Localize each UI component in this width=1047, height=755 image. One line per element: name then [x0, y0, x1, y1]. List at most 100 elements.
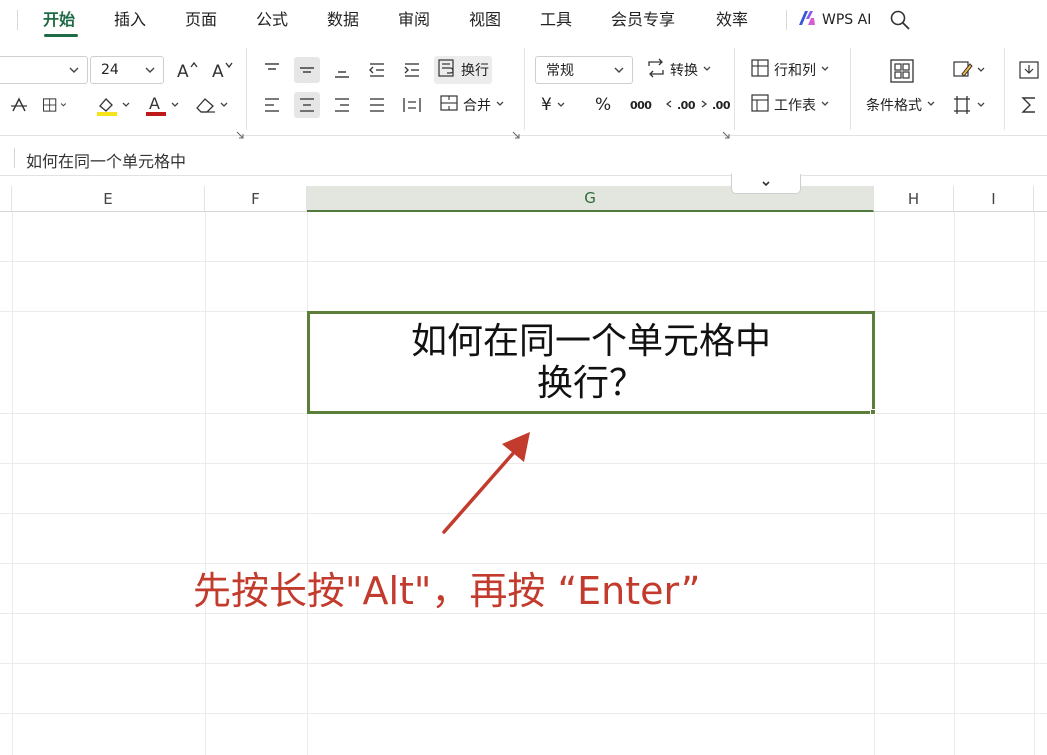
convert-label: 转换 — [670, 63, 698, 79]
column-gridline — [205, 212, 206, 755]
ribbon-separator — [850, 48, 851, 130]
active-cell-g[interactable]: 如何在同一个单元格中 换行？ — [307, 311, 875, 414]
align-bottom-icon[interactable] — [329, 57, 355, 83]
column-header-e[interactable]: E — [12, 186, 205, 212]
increase-indent-icon[interactable] — [399, 57, 425, 83]
row-gridline — [0, 713, 1047, 714]
chevron-down-icon — [820, 97, 830, 113]
strikethrough-icon[interactable] — [6, 92, 32, 118]
sum-icon[interactable] — [1016, 92, 1042, 118]
column-header-partial[interactable] — [1034, 186, 1047, 212]
number-format-value: 常规 — [546, 63, 574, 79]
align-center-icon[interactable] — [294, 92, 320, 118]
font-name-select[interactable] — [0, 56, 88, 84]
rows-columns-icon — [750, 58, 770, 82]
distributed-align-icon[interactable] — [399, 92, 425, 118]
column-header-h[interactable]: H — [874, 186, 954, 212]
convert-icon — [646, 58, 666, 82]
fill-color-icon[interactable] — [94, 92, 134, 118]
align-middle-icon[interactable] — [294, 57, 320, 83]
decrease-font-icon[interactable]: A — [209, 57, 235, 83]
svg-text:A: A — [177, 62, 189, 80]
tab-insert[interactable]: 插入 — [114, 10, 146, 30]
menu-bar: 开始 插入 页面 公式 数据 审阅 视图 工具 会员专享 效率 WPS AI — [0, 0, 1047, 42]
chevron-down-icon — [760, 174, 772, 193]
ribbon-separator — [1004, 48, 1005, 130]
search-icon[interactable] — [889, 9, 911, 31]
currency-symbol: ¥ — [541, 95, 552, 115]
increase-decimal-button[interactable]: .00 — [662, 91, 698, 119]
formula-separator — [14, 148, 15, 168]
svg-text:A: A — [212, 62, 224, 80]
convert-button[interactable]: 转换 — [643, 56, 715, 84]
wps-ai-icon — [797, 10, 817, 30]
justify-icon[interactable] — [364, 92, 390, 118]
decrease-decimal-label: .00 — [712, 98, 731, 112]
decrease-indent-icon[interactable] — [364, 57, 390, 83]
rows-columns-button[interactable]: 行和列 — [747, 56, 833, 84]
increase-font-icon[interactable]: A — [174, 57, 200, 83]
currency-format-button[interactable]: ¥ — [538, 91, 569, 119]
chevron-down-icon — [820, 62, 830, 78]
cell-style-icon[interactable] — [952, 57, 988, 83]
conditional-format-icon — [887, 56, 917, 86]
font-size-value: 24 — [101, 62, 119, 78]
number-format-select[interactable]: 常规 — [535, 56, 633, 84]
increase-decimal-label: .00 — [677, 98, 696, 112]
column-gridline — [874, 212, 875, 755]
tab-data[interactable]: 数据 — [327, 10, 359, 30]
font-color-icon[interactable]: A — [143, 92, 183, 118]
tab-review[interactable]: 审阅 — [398, 10, 430, 30]
decrease-decimal-button[interactable]: .00 — [697, 91, 733, 119]
chevron-down-icon — [144, 64, 156, 76]
eraser-icon[interactable] — [192, 92, 232, 118]
borders-icon[interactable] — [42, 92, 68, 118]
table-format-icon[interactable] — [952, 92, 988, 118]
conditional-format-button[interactable]: 条件格式 — [863, 91, 939, 119]
merge-cells-button[interactable]: 合并 — [436, 91, 508, 119]
column-header-f[interactable]: F — [205, 186, 307, 212]
wrap-text-button[interactable]: 换行 — [434, 56, 492, 84]
wrap-text-icon — [437, 58, 457, 82]
fill-down-icon[interactable] — [1016, 57, 1042, 83]
fill-handle[interactable] — [870, 409, 876, 415]
chevron-down-icon — [556, 95, 566, 115]
chevron-down-icon — [495, 97, 505, 113]
tab-tools[interactable]: 工具 — [540, 10, 572, 30]
formula-input[interactable]: 如何在同一个单元格中 — [26, 148, 186, 172]
menu-separator — [786, 10, 787, 30]
tab-efficiency[interactable]: 效率 — [716, 10, 748, 30]
font-dialog-launcher-icon[interactable] — [236, 124, 244, 139]
worksheet-icon — [750, 93, 770, 117]
wps-ai-button[interactable]: WPS AI — [797, 10, 871, 30]
tab-view[interactable]: 视图 — [469, 10, 501, 30]
row-gridline — [0, 663, 1047, 664]
chevron-down-icon — [926, 97, 936, 113]
row-gridline — [0, 261, 1047, 262]
tab-formula[interactable]: 公式 — [256, 10, 288, 30]
percent-format-button[interactable]: % — [592, 91, 614, 119]
active-tab-underline — [44, 34, 78, 37]
align-right-icon[interactable] — [329, 92, 355, 118]
align-left-icon[interactable] — [259, 92, 285, 118]
worksheet-label: 工作表 — [774, 98, 816, 114]
number-dialog-launcher-icon[interactable] — [722, 124, 730, 139]
tab-page[interactable]: 页面 — [185, 10, 217, 30]
thousands-separator-button[interactable]: 000 — [627, 91, 654, 119]
worksheet-button[interactable]: 工作表 — [747, 91, 833, 119]
svg-text:A: A — [149, 94, 160, 113]
column-header-i[interactable]: I — [954, 186, 1034, 212]
column-header-partial[interactable] — [0, 186, 12, 212]
font-size-select[interactable]: 24 — [90, 56, 164, 84]
ribbon-separator — [524, 48, 525, 130]
collapse-ribbon-button[interactable] — [731, 174, 801, 194]
tab-member[interactable]: 会员专享 — [611, 10, 675, 30]
cell-text-line-1: 如何在同一个单元格中 — [410, 320, 771, 362]
ribbon-separator — [246, 48, 247, 130]
percent-symbol: % — [595, 95, 612, 115]
align-top-icon[interactable] — [259, 57, 285, 83]
wrap-text-label: 换行 — [461, 63, 489, 79]
rows-columns-label: 行和列 — [774, 63, 816, 79]
alignment-dialog-launcher-icon[interactable] — [512, 124, 520, 139]
tab-home[interactable]: 开始 — [43, 10, 75, 30]
